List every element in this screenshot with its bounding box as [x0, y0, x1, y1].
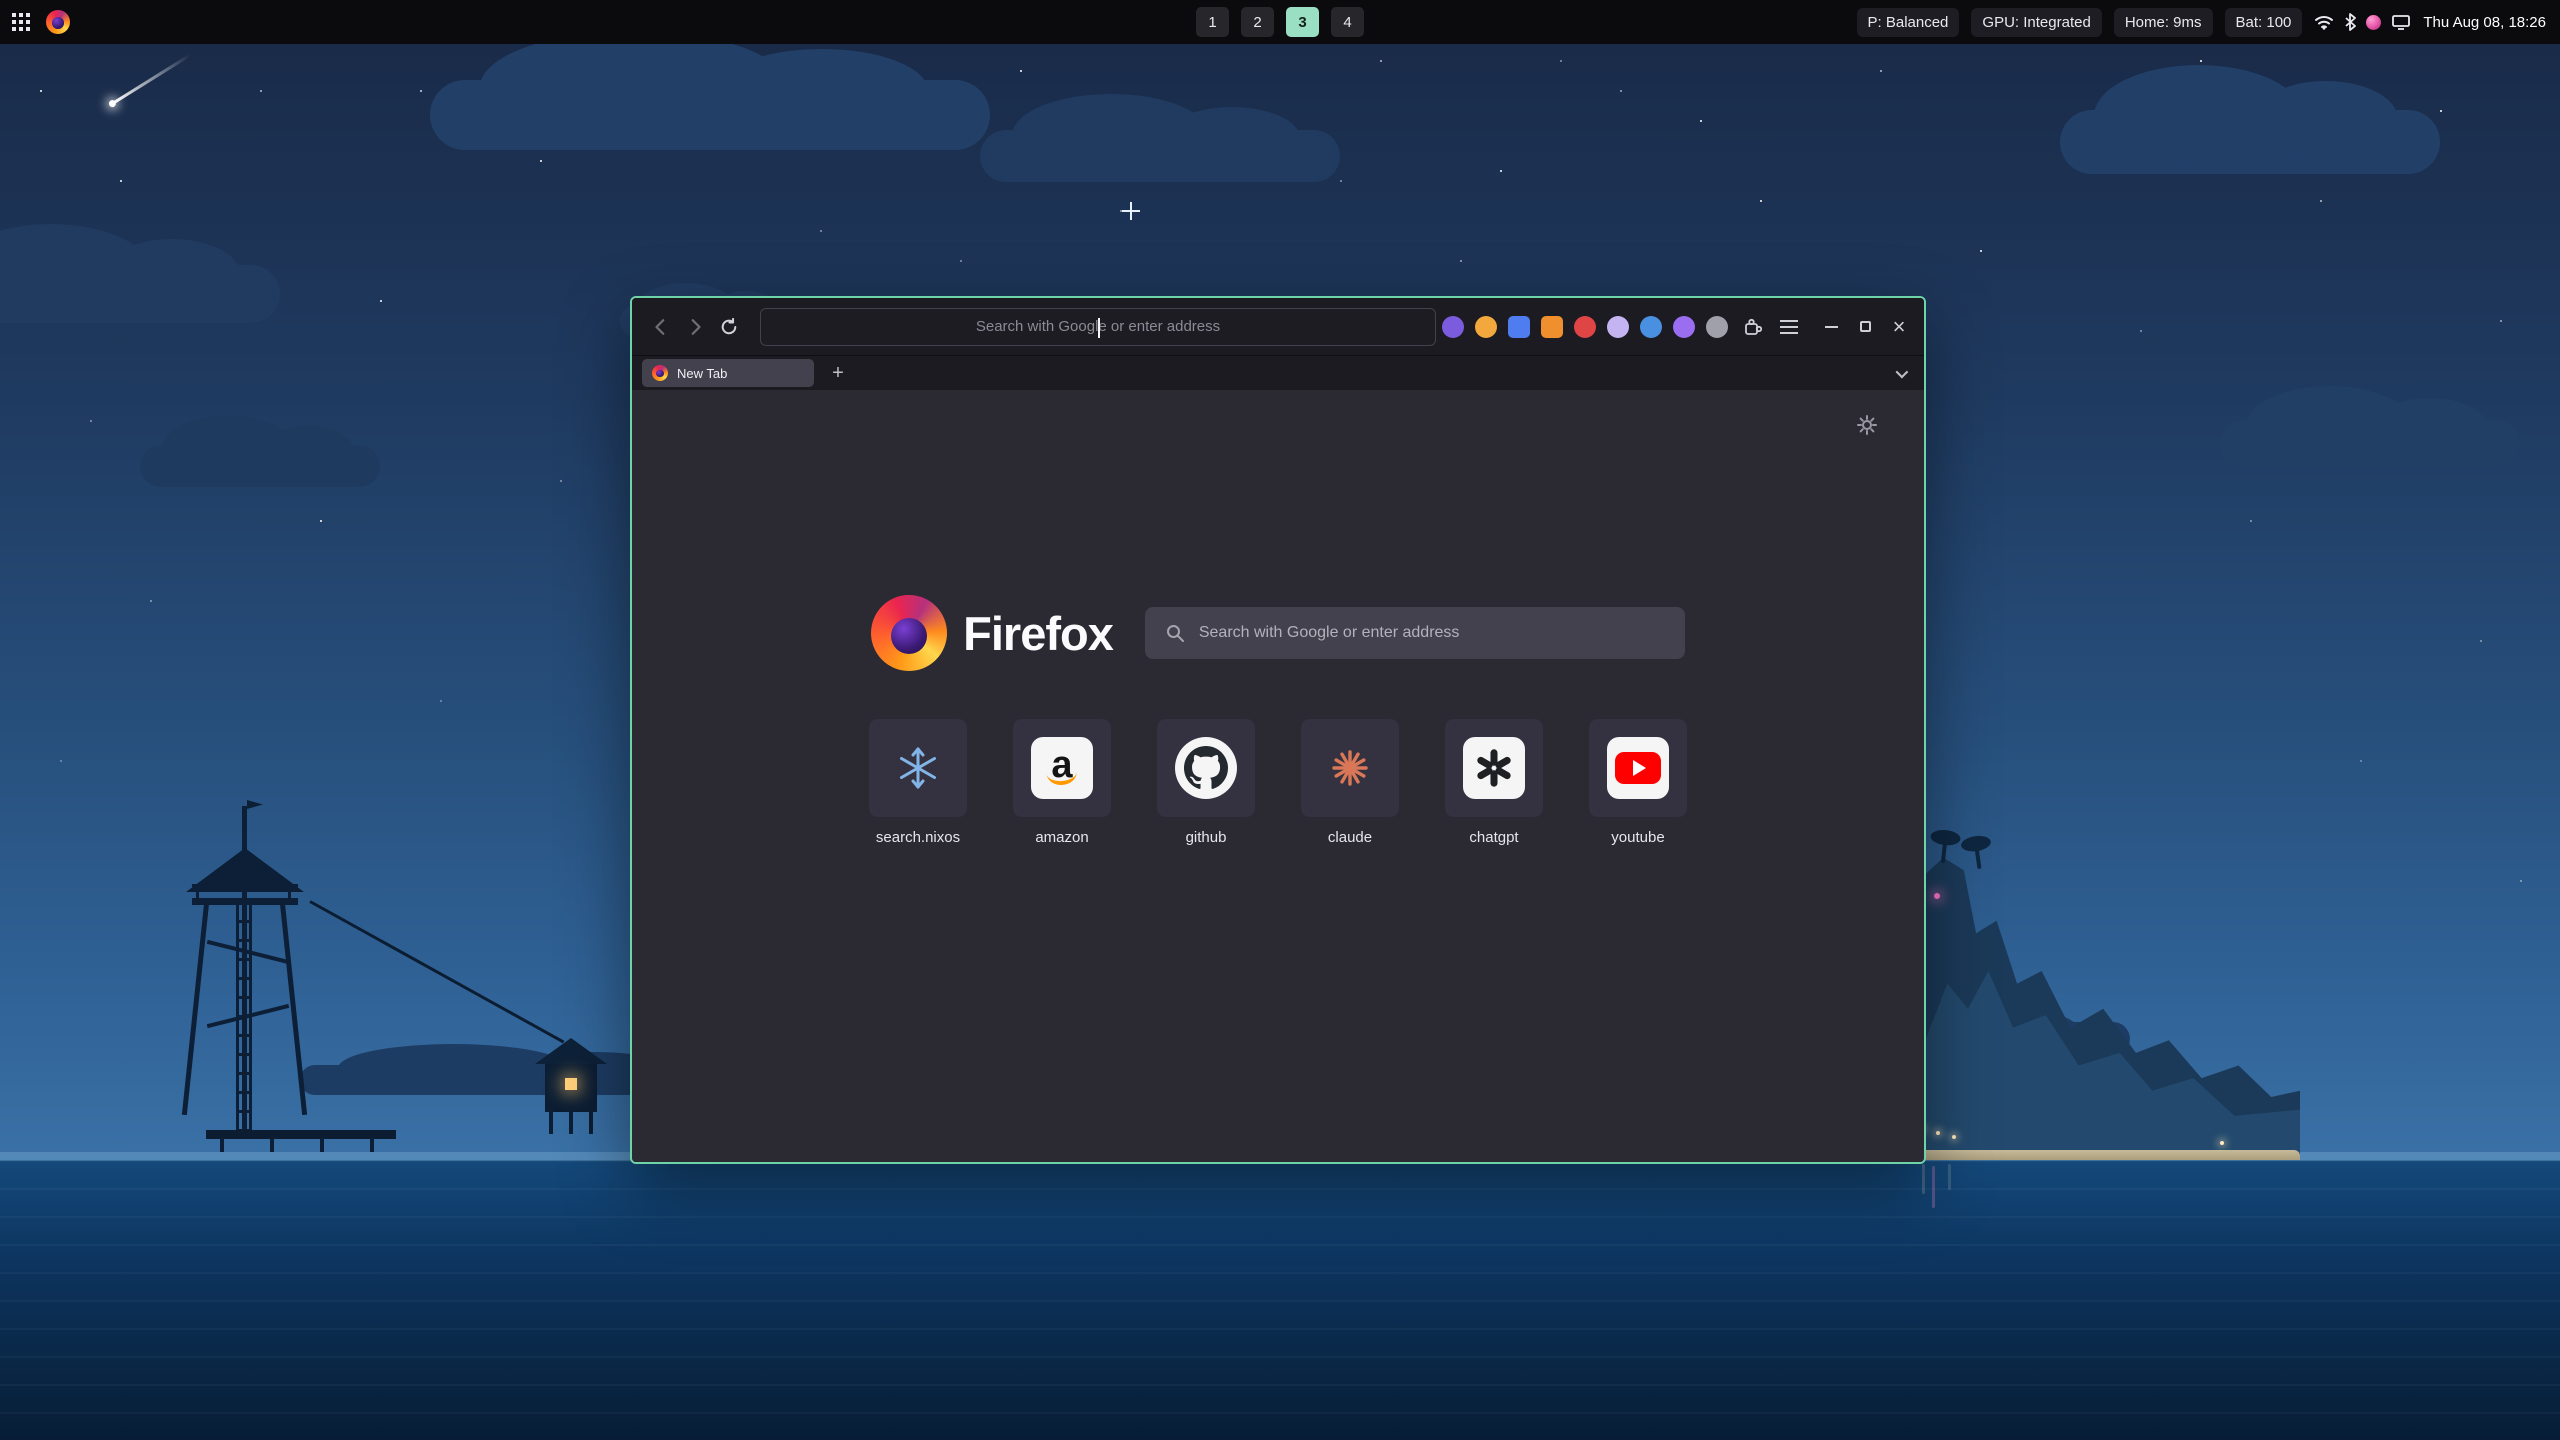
island-light — [2220, 1141, 2224, 1145]
youtube-play-icon — [1615, 752, 1661, 784]
water-reflection — [1932, 1166, 1935, 1208]
firefox-window: Search with Google or enter address — [630, 296, 1926, 1164]
shortcut-tiles: search.nixos amazon github — [632, 719, 1924, 846]
home-ping-status[interactable]: Home: 9ms — [2114, 8, 2213, 37]
search-placeholder: Search with Google or enter address — [1199, 624, 1460, 642]
water-reflection — [1948, 1164, 1951, 1190]
extension-amber-icon[interactable] — [1475, 316, 1497, 338]
amazon-a-icon — [1042, 745, 1082, 791]
extension-area — [1442, 314, 1802, 340]
forward-button[interactable] — [678, 310, 712, 344]
shortcut-search-nixos[interactable]: search.nixos — [869, 719, 967, 846]
taskbar: 1 2 3 4 P: Balanced GPU: Integrated Home… — [0, 0, 2560, 44]
gpu-status[interactable]: GPU: Integrated — [1971, 8, 2101, 37]
extension-blue-icon[interactable] — [1508, 316, 1530, 338]
newtab-hero: Firefox Search with Google or enter addr… — [632, 595, 1924, 671]
newtab-page: Firefox Search with Google or enter addr… — [632, 390, 1924, 1162]
browser-toolbar: Search with Google or enter address — [632, 298, 1924, 356]
island-beach — [1906, 1150, 2300, 1160]
extension-orange-icon[interactable] — [1541, 316, 1563, 338]
cloud — [2220, 420, 2520, 468]
maximize-button[interactable] — [1852, 314, 1878, 340]
clock[interactable]: Thu Aug 08, 18:26 — [2423, 14, 2546, 31]
maximize-icon — [1860, 321, 1871, 332]
extension-violet-icon[interactable] — [1442, 316, 1464, 338]
shortcut-claude[interactable]: claude — [1301, 719, 1399, 846]
close-button[interactable]: × — [1886, 314, 1912, 340]
shortcut-label: chatgpt — [1469, 829, 1518, 846]
cloud — [430, 80, 990, 150]
nixos-snowflake-icon — [895, 745, 941, 791]
watchtower — [176, 800, 446, 1150]
screen: 1 2 3 4 P: Balanced GPU: Integrated Home… — [0, 0, 2560, 1440]
cloud — [140, 445, 380, 487]
cloud — [980, 130, 1340, 182]
shortcut-chatgpt[interactable]: chatgpt — [1445, 719, 1543, 846]
new-tab-button[interactable]: + — [824, 359, 852, 387]
extension-lavender-icon[interactable] — [1607, 316, 1629, 338]
stilt-hut — [535, 1038, 607, 1138]
shortcut-label: amazon — [1035, 829, 1088, 846]
wifi-icon[interactable] — [2314, 14, 2334, 30]
extension-purple-icon[interactable] — [1673, 316, 1695, 338]
tab-list-chevron-icon[interactable] — [1886, 359, 1914, 387]
github-octocat-icon — [1184, 746, 1228, 790]
ocean — [0, 1160, 2560, 1440]
shortcut-youtube[interactable]: youtube — [1589, 719, 1687, 846]
magenta-dot-icon[interactable] — [2366, 15, 2381, 30]
shortcut-amazon[interactable]: amazon — [1013, 719, 1111, 846]
workspace-4[interactable]: 4 — [1331, 7, 1364, 37]
shortcut-label: search.nixos — [876, 829, 960, 846]
island-light — [1936, 1131, 1940, 1135]
shortcut-label: youtube — [1611, 829, 1664, 846]
firefox-logo — [871, 595, 947, 671]
close-icon: × — [1893, 316, 1906, 338]
tab-new-tab[interactable]: New Tab — [642, 359, 814, 387]
palm-tree — [1974, 847, 1981, 869]
claude-starburst-icon — [1327, 745, 1373, 791]
island-light — [1952, 1135, 1956, 1139]
cloud — [2060, 110, 2440, 174]
extension-red-icon[interactable] — [1574, 316, 1596, 338]
extension-gray-icon[interactable] — [1706, 316, 1728, 338]
newtab-settings-gear-icon[interactable] — [1856, 414, 1878, 439]
bluetooth-icon[interactable] — [2344, 13, 2356, 31]
shortcut-label: claude — [1328, 829, 1372, 846]
tab-title: New Tab — [677, 366, 727, 381]
urlbar[interactable]: Search with Google or enter address — [760, 308, 1436, 346]
workspace-switcher: 1 2 3 4 — [1196, 7, 1364, 37]
star-sparkle — [1122, 202, 1140, 220]
battery-status[interactable]: Bat: 100 — [2225, 8, 2303, 37]
firefox-wordmark: Firefox — [963, 606, 1113, 661]
workspace-2[interactable]: 2 — [1241, 7, 1274, 37]
minimize-icon — [1825, 326, 1838, 328]
apps-grid-icon[interactable] — [12, 13, 30, 31]
window-controls: × — [1818, 314, 1912, 340]
power-profile-status[interactable]: P: Balanced — [1857, 8, 1960, 37]
extensions-puzzle-icon[interactable] — [1739, 314, 1765, 340]
search-icon — [1165, 623, 1185, 643]
text-caret — [1098, 318, 1100, 338]
openai-knot-icon — [1472, 746, 1516, 790]
workspace-3[interactable]: 3 — [1286, 7, 1319, 37]
shortcut-label: github — [1186, 829, 1227, 846]
shortcut-github[interactable]: github — [1157, 719, 1255, 846]
system-tray — [2314, 13, 2411, 31]
newtab-search-input[interactable]: Search with Google or enter address — [1145, 607, 1685, 659]
firefox-icon[interactable] — [46, 10, 70, 34]
water-reflection — [1922, 1164, 1925, 1194]
minimize-button[interactable] — [1818, 314, 1844, 340]
back-button[interactable] — [644, 310, 678, 344]
extension-azure-icon[interactable] — [1640, 316, 1662, 338]
workspace-1[interactable]: 1 — [1196, 7, 1229, 37]
island — [1890, 845, 2300, 1160]
display-icon[interactable] — [2391, 14, 2411, 30]
firefox-favicon — [652, 365, 668, 381]
tab-bar: New Tab + — [632, 356, 1924, 390]
menu-button[interactable] — [1776, 314, 1802, 340]
cloud — [0, 265, 280, 323]
reload-button[interactable] — [712, 310, 746, 344]
hamburger-icon — [1780, 320, 1798, 334]
island-light — [1934, 893, 1940, 899]
